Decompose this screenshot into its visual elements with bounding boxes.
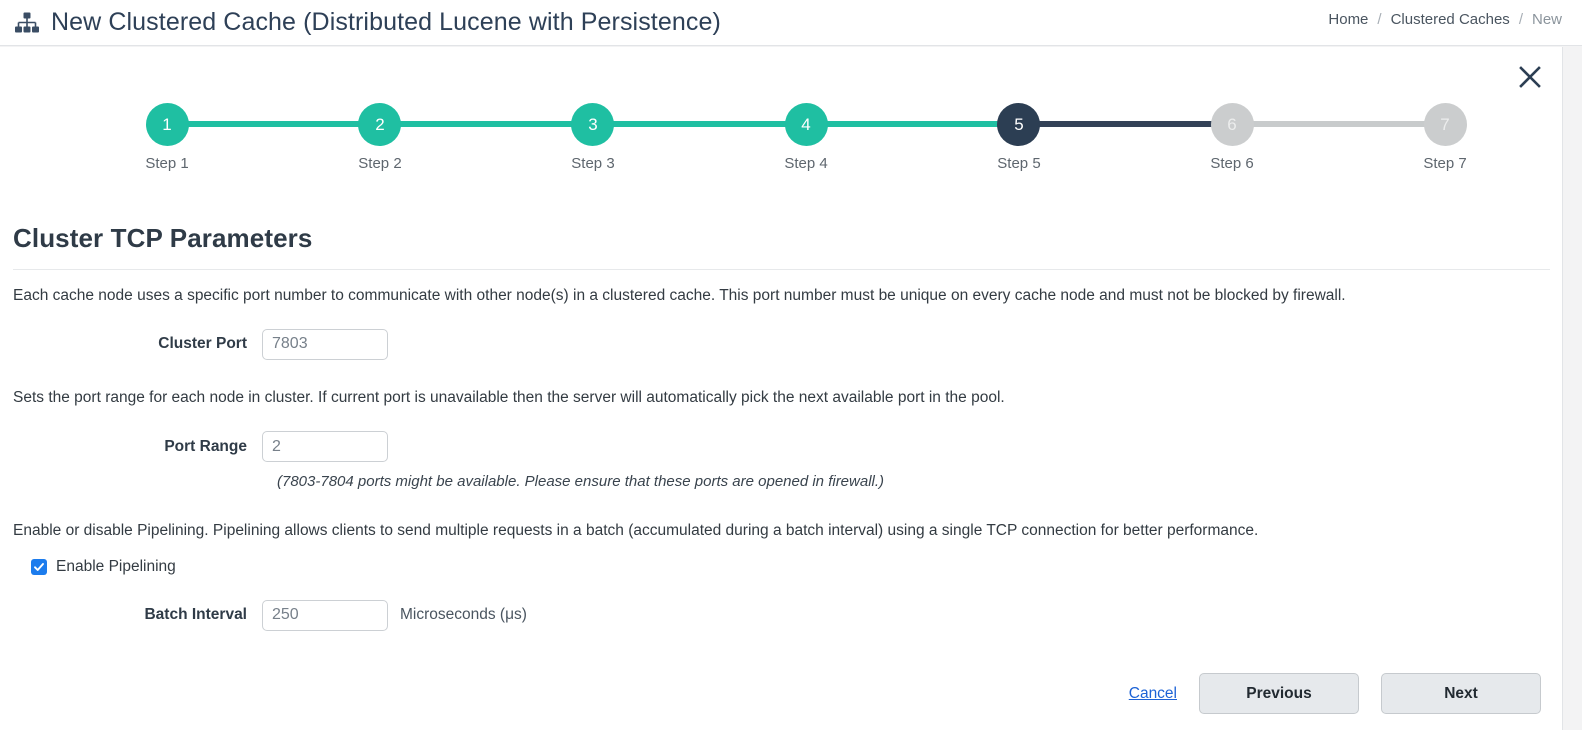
enable-pipelining-label: Enable Pipelining <box>56 558 176 576</box>
stepper-bubble-6[interactable]: 6 <box>1210 103 1254 146</box>
cancel-link[interactable]: Cancel <box>1129 685 1177 703</box>
section-heading: Cluster TCP Parameters <box>13 223 313 253</box>
breadcrumb-separator: / <box>1518 11 1523 28</box>
page-title-group: New Clustered Cache (Distributed Lucene … <box>14 8 721 37</box>
stepper-step-3[interactable]: 3 Step 3 <box>545 103 641 172</box>
stepper-step-7[interactable]: 7 Step 7 <box>1397 103 1493 172</box>
cluster-port-label: Cluster Port <box>158 335 247 353</box>
breadcrumb-home[interactable]: Home <box>1328 11 1368 28</box>
breadcrumb-separator: / <box>1377 11 1382 28</box>
batch-interval-row: Batch Interval Microseconds (μs) <box>0 598 1563 632</box>
stepper-label-3: Step 3 <box>571 155 615 172</box>
app-header: New Clustered Cache (Distributed Lucene … <box>0 0 1582 46</box>
enable-pipelining-checkbox[interactable] <box>31 559 47 576</box>
page-title: New Clustered Cache (Distributed Lucene … <box>51 8 721 36</box>
wizard-card: 1 Step 1 2 Step 2 3 Step 3 4 Step 4 5 Step 5 6 Step… <box>0 47 1563 730</box>
heading-divider <box>13 269 1550 270</box>
page-root: New Clustered Cache (Distributed Lucene … <box>0 0 1582 730</box>
stepper-bubble-2[interactable]: 2 <box>358 103 402 146</box>
stepper-label-7: Step 7 <box>1423 155 1467 172</box>
stepper-bubble-1[interactable]: 1 <box>145 103 189 146</box>
stepper-step-1[interactable]: 1 Step 1 <box>119 103 215 172</box>
sitemap-icon <box>14 12 40 34</box>
enable-pipelining-row[interactable]: Enable Pipelining <box>31 558 1563 576</box>
port-range-description: Sets the port range for each node in clu… <box>13 389 1005 407</box>
batch-interval-input[interactable] <box>262 599 388 631</box>
stepper-bubble-5[interactable]: 5 <box>997 103 1041 146</box>
port-range-input[interactable] <box>262 431 388 463</box>
pipelining-description: Enable or disable Pipelining. Pipelining… <box>13 521 1259 539</box>
port-range-row: Port Range <box>0 430 1563 464</box>
stepper-step-4[interactable]: 4 Step 4 <box>758 103 854 172</box>
next-button[interactable]: Next <box>1381 673 1541 714</box>
cluster-port-input[interactable] <box>262 328 388 360</box>
wizard-stepper: 1 Step 1 2 Step 2 3 Step 3 4 Step 4 5 Step 5 6 Step… <box>145 103 1467 173</box>
breadcrumb-current: New <box>1531 11 1562 28</box>
close-button[interactable] <box>1515 63 1545 93</box>
stepper-step-5[interactable]: 5 Step 5 <box>971 103 1067 172</box>
breadcrumb: Home / Clustered Caches / New <box>1328 11 1562 28</box>
stepper-bubble-7[interactable]: 7 <box>1423 103 1467 146</box>
check-icon <box>34 563 44 572</box>
form-content: Each cache node uses a specific port num… <box>0 285 1563 632</box>
batch-interval-label: Batch Interval <box>144 606 247 624</box>
stepper-step-2[interactable]: 2 Step 2 <box>332 103 428 172</box>
stepper-bubble-4[interactable]: 4 <box>784 103 828 146</box>
stepper-label-5: Step 5 <box>997 155 1041 172</box>
wizard-footer: Cancel Previous Next <box>0 673 1563 714</box>
stepper-label-2: Step 2 <box>358 155 402 172</box>
previous-button[interactable]: Previous <box>1199 673 1359 714</box>
stepper-label-6: Step 6 <box>1210 155 1254 172</box>
cluster-port-row: Cluster Port <box>0 327 1563 361</box>
cluster-port-description: Each cache node uses a specific port num… <box>13 287 1346 304</box>
port-range-label: Port Range <box>164 437 247 455</box>
stepper-step-6[interactable]: 6 Step 6 <box>1184 103 1280 172</box>
port-range-hint: (7803-7804 ports might be available. Ple… <box>277 472 885 490</box>
batch-interval-unit: Microseconds (μs) <box>400 606 527 624</box>
stepper-label-1: Step 1 <box>145 155 189 172</box>
close-icon <box>1518 65 1542 92</box>
stepper-label-4: Step 4 <box>784 155 828 172</box>
stepper-bubble-3[interactable]: 3 <box>571 103 615 146</box>
breadcrumb-clustered-caches[interactable]: Clustered Caches <box>1391 11 1510 28</box>
